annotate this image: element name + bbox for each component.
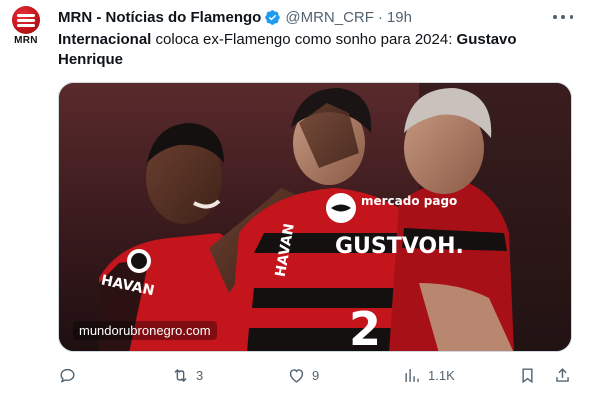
tweet-text-middle: coloca ex-Flamengo como sonho para 2024:	[151, 31, 457, 48]
retweet-count: 3	[196, 367, 204, 383]
share-button[interactable]	[553, 364, 572, 386]
display-name[interactable]: MRN - Notícias do Flamengo	[58, 9, 261, 26]
views-button[interactable]: 1.1K	[403, 364, 455, 386]
jersey-sponsor: mercado pago	[361, 194, 457, 208]
verified-badge-icon	[265, 9, 281, 25]
avatar-logo	[12, 6, 40, 34]
avatar[interactable]: MRN	[8, 6, 48, 48]
views-count: 1.1K	[428, 367, 455, 383]
retweet-button[interactable]: 3	[171, 364, 203, 386]
like-button[interactable]: 9	[287, 364, 319, 386]
more-icon[interactable]	[553, 9, 573, 25]
reply-icon	[60, 368, 75, 383]
bookmark-icon	[522, 367, 533, 383]
tweet-card[interactable]: MRN MRN - Notícias do Flamengo @MRN_CRF …	[0, 0, 599, 411]
action-bar: 3 9 1.1K	[58, 364, 572, 386]
views-icon	[405, 368, 419, 382]
like-icon	[289, 368, 304, 383]
tweet-text: Internacional coloca ex-Flamengo como so…	[58, 30, 558, 70]
tweet-time[interactable]: 19h	[387, 9, 412, 26]
separator-dot: ·	[377, 8, 383, 26]
jersey-number: 2	[349, 302, 381, 352]
bookmark-button[interactable]	[518, 364, 537, 386]
jersey-name: GUSTVOH.	[335, 234, 464, 259]
account-handle[interactable]: @MRN_CRF	[285, 9, 374, 26]
tweet-media-image[interactable]: mercado pago GUSTVOH. 2 HAVAN HAVAN mund…	[58, 82, 572, 352]
retweet-icon	[174, 368, 187, 382]
tweet-text-bold-1: Internacional	[58, 31, 152, 48]
tweet-header: MRN - Notícias do Flamengo @MRN_CRF · 19…	[58, 7, 412, 27]
share-icon	[556, 367, 569, 382]
photo-illustration: mercado pago GUSTVOH. 2 HAVAN HAVAN	[59, 83, 571, 352]
watermark: mundorubronegro.com	[73, 321, 217, 340]
reply-button[interactable]	[58, 364, 83, 386]
avatar-text: MRN	[14, 35, 38, 46]
like-count: 9	[312, 367, 320, 383]
